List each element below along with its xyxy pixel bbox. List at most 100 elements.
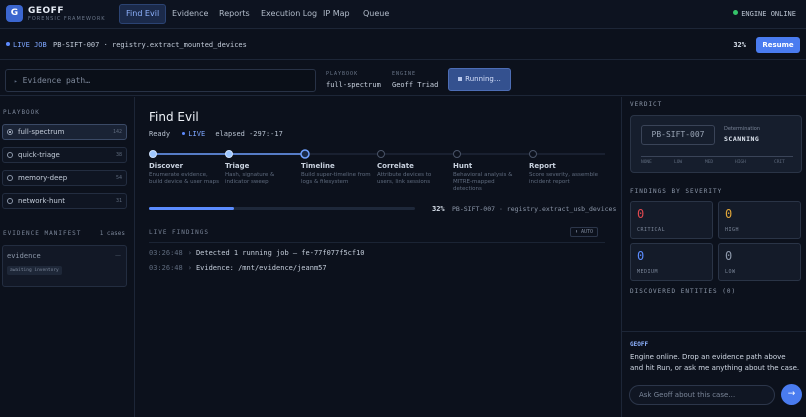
playbook-item-full-spectrum[interactable]: full-spectrum 142	[2, 124, 127, 140]
tab-queue[interactable]: Queue	[357, 4, 395, 24]
evidence-path-input[interactable]: ▸ Evidence path…	[5, 69, 316, 92]
stage-desc-timeline: Build super-timeline from logs & filesys…	[301, 172, 371, 185]
playbook-count: 31	[115, 198, 122, 204]
radio-icon	[7, 198, 13, 204]
severity-scale-label: NONE	[641, 160, 652, 165]
playbook-name: quick-triage	[18, 151, 60, 159]
stage-name-report: Report	[529, 162, 556, 170]
stage-desc-hunt: Behavioral analysis & MITRE-mapped detec…	[453, 172, 513, 192]
tab-reports[interactable]: Reports	[213, 4, 256, 24]
running-label: Running…	[465, 75, 501, 83]
severity-label: HIGH	[725, 227, 740, 233]
discovered-entities-heading: DISCOVERED ENTITIES (0)	[630, 288, 737, 295]
brand: GEOFF FORENSIC FRAMEWORK	[28, 6, 106, 23]
playbook-name: full-spectrum	[18, 128, 65, 136]
severity-count: 0	[637, 249, 645, 263]
live-job-label: LIVE JOB	[6, 41, 47, 49]
stage-dot-report	[529, 150, 537, 158]
elapsed-time: elapsed -297:-17	[215, 130, 283, 138]
engine-status-text: ENGINE ONLINE	[741, 10, 796, 18]
live-findings-heading: LIVE FINDINGS	[149, 229, 209, 236]
page-title: Find Evil	[149, 110, 199, 124]
engine-field-label: ENGINE	[392, 71, 417, 77]
manifest-item-name: evidence	[7, 252, 41, 260]
playbook-field-value[interactable]: full-spectrum	[326, 81, 381, 89]
engine-field-value[interactable]: Geoff Triad	[392, 81, 438, 89]
playbook-item-quick-triage[interactable]: quick-triage 38	[2, 147, 127, 163]
progress-bar	[149, 207, 415, 210]
playbook-field-label: PLAYBOOK	[326, 71, 359, 77]
app-subtitle: FORENSIC FRAMEWORK	[28, 16, 106, 22]
chevron-right-icon: ›	[187, 264, 192, 272]
severity-card-medium[interactable]: 0 MEDIUM	[630, 243, 713, 281]
tab-evidence[interactable]: Evidence	[166, 4, 214, 24]
severity-scale-label: HIGH	[735, 160, 746, 165]
verdict-job-id: PB-SIFT-007	[641, 125, 715, 145]
logo: G	[6, 5, 23, 22]
playbook-name: memory-deep	[18, 174, 68, 182]
divider	[622, 331, 806, 332]
severity-scale-label: CRIT	[774, 160, 785, 165]
stage-dot-hunt	[453, 150, 461, 158]
log-time: 03:26:48	[149, 264, 183, 272]
chat-sender: GEOFF	[630, 341, 649, 348]
log-line: 03:26:48 › Detected 1 running job — fe-77f…	[149, 249, 365, 257]
playbook-heading: PLAYBOOK	[3, 109, 40, 116]
run-controls: ▸ Evidence path… PLAYBOOK full-spectrum E…	[0, 61, 806, 96]
live-dot-icon	[6, 42, 10, 46]
severity-count: 0	[725, 249, 733, 263]
playbook-count: 54	[115, 175, 122, 181]
manifest-count: 1 cases	[99, 230, 125, 237]
running-button[interactable]: Running…	[448, 68, 511, 91]
stage-dot-triage	[225, 150, 233, 158]
verdict-card: PB-SIFT-007 Determination SCANNING NONE …	[630, 115, 802, 173]
verdict-heading: VERDICT	[630, 101, 663, 108]
tab-execution-log[interactable]: Execution Log	[255, 4, 323, 24]
auto-scroll-toggle[interactable]: ⬇ AUTO	[570, 227, 599, 237]
playbook-name: network-hunt	[18, 197, 66, 205]
log-text: Detected 1 running job — fe-77f077f5cf10	[195, 249, 365, 257]
progress-job: PB-SIFT-007 · registry.extract_usb_devic…	[452, 205, 617, 213]
resume-button[interactable]: Resume	[756, 37, 800, 53]
radio-icon	[7, 175, 13, 181]
tab-ip-map[interactable]: IP Map	[317, 4, 356, 24]
status-line: Ready LIVE elapsed -297:-17	[149, 130, 283, 138]
stage-desc-triage: Hash, signature & indicator sweep	[225, 172, 275, 185]
top-nav: G GEOFF FORENSIC FRAMEWORK Find Evil Evi…	[0, 0, 806, 29]
severity-card-low[interactable]: 0 LOW	[718, 243, 801, 281]
stage-dot-discover	[149, 150, 157, 158]
tab-find-evil[interactable]: Find Evil	[119, 4, 167, 24]
playbook-item-memory-deep[interactable]: memory-deep 54	[2, 170, 127, 186]
determination-label: Determination	[724, 126, 761, 132]
stage-desc-discover: Enumerate evidence, build device & user …	[149, 172, 219, 185]
stage-name-hunt: Hunt	[453, 162, 473, 170]
stage-name-discover: Discover	[149, 162, 184, 170]
radio-icon	[7, 152, 13, 158]
send-button[interactable]: →	[781, 384, 802, 405]
evidence-placeholder: Evidence path…	[22, 76, 91, 85]
main-panel: Find Evil Ready LIVE elapsed -297:-17 Di…	[136, 97, 621, 417]
severity-count: 0	[637, 207, 645, 221]
divider	[149, 242, 605, 243]
left-sidebar: PLAYBOOK full-spectrum 142 quick-triage …	[0, 97, 135, 417]
severity-scale	[641, 156, 793, 157]
right-panel: VERDICT PB-SIFT-007 Determination SCANNI…	[621, 97, 806, 417]
app-name: GEOFF	[28, 6, 64, 16]
job-percent: 32%	[733, 41, 746, 49]
severity-label: LOW	[725, 269, 736, 275]
stage-name-triage: Triage	[225, 162, 250, 170]
radio-icon	[7, 129, 13, 135]
pipeline-track	[149, 149, 605, 159]
playbook-item-network-hunt[interactable]: network-hunt 31	[2, 193, 127, 209]
manifest-item-size: —	[115, 252, 121, 259]
stage-desc-report: Score severity, assemble incident report	[529, 172, 598, 185]
log-line: 03:26:48 › Evidence: /mnt/evidence/jeanm57	[149, 264, 327, 272]
manifest-status-badge: awaiting inventory	[7, 266, 62, 275]
severity-card-high[interactable]: 0 HIGH	[718, 201, 801, 239]
chevron-right-icon: ▸	[14, 78, 18, 85]
chat-input[interactable]: Ask Geoff about this case…	[629, 385, 775, 405]
manifest-item[interactable]: evidence — awaiting inventory	[2, 245, 127, 287]
stage-dot-correlate	[377, 150, 385, 158]
severity-card-critical[interactable]: 0 CRITICAL	[630, 201, 713, 239]
status-text: Ready	[149, 130, 171, 138]
